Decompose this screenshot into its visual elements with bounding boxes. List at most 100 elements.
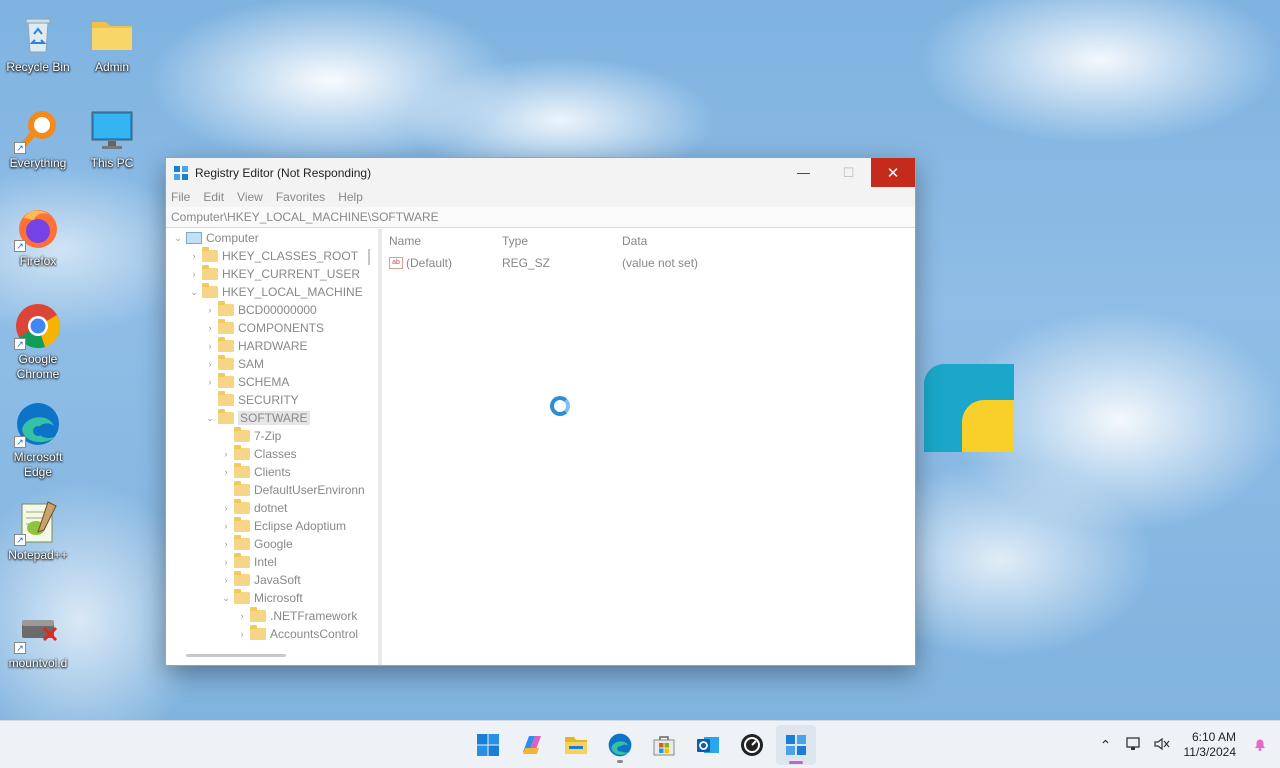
tree-node-components[interactable]: › COMPONENTS [166,319,378,337]
desktop-icon-recycle-bin[interactable]: Recycle Bin [0,10,76,75]
menu-edit[interactable]: Edit [203,190,224,204]
tree-horizontal-scrollbar[interactable] [186,654,286,657]
tree-node-label: HKEY_CLASSES_ROOT [222,249,359,263]
chevron-down-icon[interactable]: ⌄ [220,593,232,604]
chevron-right-icon[interactable]: › [220,575,232,585]
tree-node-security[interactable]: SECURITY [166,391,378,409]
chevron-right-icon[interactable]: › [204,359,216,369]
tree-node-hkey-current-user[interactable]: › HKEY_CURRENT_USER [166,265,378,283]
wallpaper-logo-icon [924,364,1014,452]
address-path: Computer\HKEY_LOCAL_MACHINE\SOFTWARE [171,210,439,224]
chevron-right-icon[interactable]: › [236,629,248,639]
chevron-down-icon[interactable]: ⌄ [188,287,200,298]
minimize-button[interactable]: — [781,158,826,187]
notification-bell-icon[interactable] [1246,736,1274,755]
tree-node-intel[interactable]: › Intel [166,553,378,571]
value-name: (Default) [406,256,453,270]
tree-node-javasoft[interactable]: › JavaSoft [166,571,378,589]
desktop-icon-admin[interactable]: Admin [74,10,150,75]
column-header-type[interactable]: Type [502,234,622,248]
chevron-right-icon[interactable]: › [220,449,232,459]
chevron-right-icon[interactable]: › [204,323,216,333]
chevron-right-icon[interactable]: › [220,503,232,513]
tree-node-dotnet[interactable]: › dotnet [166,499,378,517]
registry-editor-window[interactable]: Registry Editor (Not Responding) — ☐ ✕ F… [165,157,916,666]
close-button[interactable]: ✕ [871,158,915,187]
chevron-right-icon[interactable]: › [188,269,200,279]
chevron-right-icon[interactable]: › [204,377,216,387]
folder-icon [88,10,136,58]
menu-favorites[interactable]: Favorites [276,190,325,204]
desktop-icon-everything[interactable]: ↗ Everything [0,106,76,171]
taskbar-file-explorer[interactable] [556,725,596,765]
tree-node-label: COMPONENTS [238,321,325,335]
tree-node-sam[interactable]: › SAM [166,355,378,373]
tree-node-accounts-control[interactable]: › AccountsControl [166,625,378,643]
notepad-plus-plus-icon: ↗ [14,498,62,546]
volume-muted-icon[interactable] [1148,736,1176,755]
desktop-icon-this-pc[interactable]: This PC [74,106,150,171]
chevron-right-icon[interactable]: › [236,611,248,621]
tree-node-netframework[interactable]: › .NETFramework [166,607,378,625]
menu-view[interactable]: View [237,190,263,204]
desktop-icon-notepad-plus-plus[interactable]: ↗ Notepad++ [0,498,76,563]
desktop-icon-google-chrome[interactable]: ↗ Google Chrome [0,302,76,382]
tree-node-classes[interactable]: › Classes [166,445,378,463]
start-button[interactable] [468,725,508,765]
chevron-right-icon[interactable]: › [188,251,200,261]
taskbar-outlook[interactable] [688,725,728,765]
tree-node-schema[interactable]: › SCHEMA [166,373,378,391]
tree-node-7zip[interactable]: 7-Zip [166,427,378,445]
tree-node-google[interactable]: › Google [166,535,378,553]
chevron-right-icon[interactable]: › [204,305,216,315]
tree-node-hardware[interactable]: › HARDWARE [166,337,378,355]
desktop-icon-firefox[interactable]: ↗ Firefox [0,204,76,269]
menu-file[interactable]: File [171,190,190,204]
taskbar-registry-editor[interactable] [776,725,816,765]
folder-icon [202,265,218,280]
chevron-right-icon[interactable]: › [220,539,232,549]
clock[interactable]: 6:10 AM 11/3/2024 [1184,730,1237,760]
tree-node-eclipse-adoptium[interactable]: › Eclipse Adoptium [166,517,378,535]
column-header-name[interactable]: Name [382,234,502,248]
taskbar-microsoft-store[interactable] [644,725,684,765]
network-icon[interactable] [1120,736,1148,755]
monitor-icon [88,106,136,154]
maximize-button[interactable]: ☐ [826,158,871,187]
tree-node-hkey-local-machine[interactable]: ⌄ HKEY_LOCAL_MACHINE [166,283,378,301]
value-data: (value not set) [622,256,699,270]
tree-node-microsoft[interactable]: ⌄ Microsoft [166,589,378,607]
registry-editor-icon [786,735,806,755]
show-hidden-icons-chevron-icon[interactable]: ⌃ [1092,737,1120,754]
tree-node-hkey-classes-root[interactable]: › HKEY_CLASSES_ROOT [166,247,378,265]
chevron-right-icon[interactable]: › [220,521,232,531]
tree-node-software[interactable]: ⌄ SOFTWARE [166,409,378,427]
chevron-down-icon[interactable]: ⌄ [204,413,216,424]
title-bar[interactable]: Registry Editor (Not Responding) — ☐ ✕ [166,158,915,187]
menu-help[interactable]: Help [338,190,363,204]
tree-vertical-scrollbar[interactable] [368,249,370,265]
value-row[interactable]: ab (Default) REG_SZ (value not set) [382,253,915,273]
chevron-right-icon[interactable]: › [220,467,232,477]
string-value-icon: ab [389,257,403,269]
tree-node-computer[interactable]: ⌄ Computer [166,229,378,247]
folder-icon [234,571,250,586]
tree-node-default-user-environment[interactable]: DefaultUserEnvironn [166,481,378,499]
key-tree-pane[interactable]: ⌄ Computer › HKEY_CLASSES_ROOT › HKEY_CU… [166,229,382,665]
taskbar-copilot[interactable] [512,725,552,765]
column-header-data[interactable]: Data [622,234,915,248]
address-bar[interactable]: Computer\HKEY_LOCAL_MACHINE\SOFTWARE [166,207,915,228]
taskbar-system-monitor[interactable] [732,725,772,765]
chevron-right-icon[interactable]: › [220,557,232,567]
windows-start-icon [477,734,499,756]
tree-node-label: SECURITY [238,393,299,407]
desktop-icon-mountvol[interactable]: ↗ mountvol.d [0,606,76,671]
tree-node-bcd[interactable]: › BCD00000000 [166,301,378,319]
tree-node-label: SOFTWARE [238,411,310,425]
tree-node-clients[interactable]: › Clients [166,463,378,481]
chevron-right-icon[interactable]: › [204,341,216,351]
taskbar-edge[interactable] [600,725,640,765]
values-pane[interactable]: Name Type Data ab (Default) REG_SZ (valu… [382,229,915,665]
desktop-icon-microsoft-edge[interactable]: ↗ Microsoft Edge [0,400,76,480]
chevron-down-icon[interactable]: ⌄ [172,233,184,244]
